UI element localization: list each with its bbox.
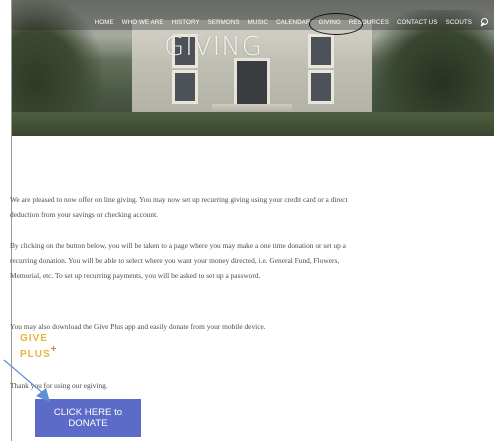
nav-calendar[interactable]: CALENDAR [276, 19, 311, 26]
arrow-annotation-icon [3, 359, 50, 402]
app-paragraph: You may also download the Give Plus app … [10, 322, 266, 331]
nav-sermons[interactable]: SERMONS [208, 19, 240, 26]
nav-giving[interactable]: GIVING [308, 12, 364, 35]
instructions-paragraph: By clicking on the button below, you wil… [10, 241, 346, 280]
page-title: GIVING [164, 32, 263, 62]
nav-contact-us[interactable]: CONTACT US [397, 19, 438, 26]
search-icon[interactable] [480, 17, 489, 27]
nav-scouts[interactable]: SCOUTS [446, 19, 472, 26]
hero-banner: HOME WHO WE ARE HISTORY SERMONS MUSIC CA… [12, 0, 494, 136]
nav-who-we-are[interactable]: WHO WE ARE [122, 19, 164, 26]
nav-music[interactable]: MUSIC [248, 19, 268, 26]
logo-line-1: GIVE [20, 333, 48, 344]
nav-history[interactable]: HISTORY [172, 19, 200, 26]
main-nav: HOME WHO WE ARE HISTORY SERMONS MUSIC CA… [12, 12, 494, 35]
thank-you-text: Thank you for using our egiving. [10, 381, 108, 390]
intro-paragraph: We are pleased to now offer on line givi… [10, 195, 348, 219]
donate-button[interactable]: CLICK HERE to DONATE [35, 399, 141, 437]
plus-icon: + [50, 344, 57, 355]
nav-home[interactable]: HOME [95, 19, 114, 26]
